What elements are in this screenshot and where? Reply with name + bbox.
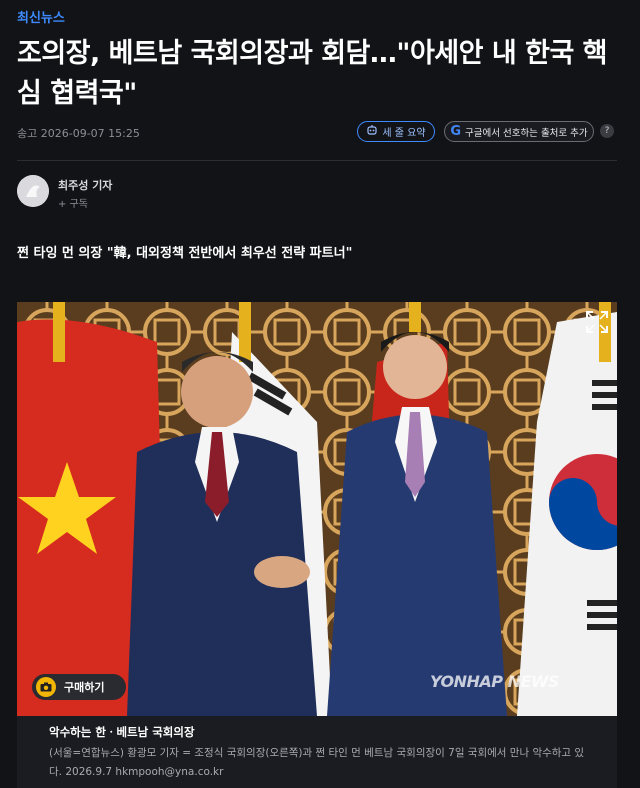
caption-title: 악수하는 한ㆍ베트남 국회의장	[49, 725, 195, 739]
yonhap-watermark: YONHAP NEWS	[430, 672, 560, 691]
google-icon: G	[450, 124, 461, 139]
reporter-name[interactable]: 최주성 기자	[58, 177, 112, 193]
article-subtitle: 쩐 타잉 먼 의장 "韓, 대외정책 전반에서 최우선 전략 파트너"	[17, 246, 353, 261]
google-label: 구글에서 선호하는 출처로 추가	[464, 127, 588, 139]
subscribe-button[interactable]: + 구독	[58, 195, 88, 210]
robot-icon	[366, 124, 378, 139]
category-label[interactable]: 최신뉴스	[17, 7, 65, 26]
article-headline: 조의장, 베트남 국회의장과 회담…"아세안 내 한국 핵심 협력국"	[17, 38, 608, 109]
google-preferred-source-button[interactable]: G 구글에서 선호하는 출처로 추가	[444, 121, 594, 142]
date-value: 2026-09-07 15:25	[40, 127, 140, 140]
help-icon[interactable]: ?	[600, 124, 614, 138]
reporter-avatar[interactable]	[17, 175, 49, 207]
send-label: 송고	[17, 127, 38, 140]
caption-text: (서울=연합뉴스) 황광모 기자 = 조정식 국회의장(오른쪽)과 쩐 타인 먼…	[49, 747, 585, 778]
buy-label: 구매하기	[64, 681, 105, 694]
camera-icon	[36, 677, 56, 697]
summary-label: 세 줄 요약	[382, 128, 426, 139]
divider	[17, 160, 617, 161]
three-line-summary-button[interactable]: 세 줄 요약	[357, 121, 435, 142]
publish-date: 송고 2026-09-07 15:25	[17, 125, 140, 141]
article-photo[interactable]	[17, 302, 617, 716]
buy-photo-button[interactable]: 구매하기	[32, 674, 126, 700]
expand-icon[interactable]	[584, 309, 610, 335]
